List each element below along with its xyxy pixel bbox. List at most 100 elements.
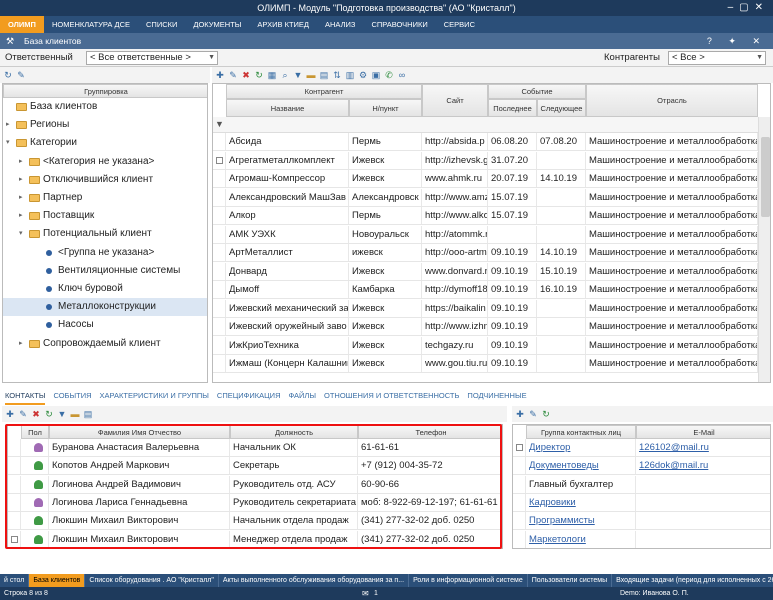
cell-site[interactable]: www.ahmk.ru [422, 170, 488, 187]
row-selector[interactable] [213, 355, 226, 372]
cell-group[interactable]: Директор [526, 439, 636, 456]
tree-item[interactable]: ▾ Потенциальный клиент [3, 225, 152, 243]
phone-icon[interactable]: ✆ [384, 70, 394, 80]
search-icon[interactable]: ⌕ [280, 70, 290, 80]
cell-city[interactable]: Александровск [349, 188, 422, 206]
row-selector[interactable] [213, 299, 226, 317]
tree-item[interactable]: ▸ Сопровождаемый клиент [3, 335, 161, 353]
cell-phone[interactable]: 61-61-61 [358, 439, 502, 456]
cell-city[interactable]: Пермь [349, 133, 422, 150]
collapse-icon[interactable]: ▾ [19, 225, 27, 243]
columns-icon[interactable]: ▥ [345, 70, 355, 80]
row-selector[interactable] [213, 188, 226, 206]
cell-city[interactable]: Ижевск [349, 336, 422, 354]
table-row[interactable]: Люкшин Михаил Викторович Начальник отдела… [8, 512, 502, 531]
cell-name[interactable]: Донвард [226, 262, 349, 280]
cell-post[interactable]: Начальник отдела продаж [230, 512, 358, 530]
cell-city[interactable]: Пермь [349, 207, 422, 224]
taskbar-item-6[interactable]: Входящие задачи (период для исполненных … [612, 574, 773, 587]
tab-0[interactable]: КОНТАКТЫ [5, 389, 46, 405]
cell-fio[interactable]: Копотов Андрей Маркович [49, 457, 230, 475]
refresh-icon[interactable]: ↻ [541, 409, 551, 419]
tree-item[interactable]: ▸ Регионы [3, 116, 69, 134]
grid-icon[interactable]: ▤ [319, 70, 329, 80]
row-selector[interactable] [213, 281, 226, 298]
cell-site[interactable]: www.donvard.r [422, 262, 488, 280]
cell-city[interactable]: Ижевск [349, 170, 422, 187]
row-selector[interactable] [213, 318, 226, 335]
counterparts-select[interactable]: < Все > ▼ [668, 51, 766, 65]
table-row[interactable]: Ижевский оружейный заво Ижевск http://www.… [213, 318, 758, 336]
cell-last[interactable]: 09.10.19 [488, 244, 537, 261]
col-site-header[interactable]: Сайт [422, 84, 488, 117]
row-selector[interactable] [213, 225, 226, 243]
col-group-header[interactable]: Группа контактных лиц [526, 425, 636, 439]
cell-city[interactable]: Ижевск [349, 318, 422, 335]
row-selector[interactable] [213, 170, 226, 187]
cell-site[interactable]: http://absida.p [422, 133, 488, 150]
expand-icon[interactable]: ▸ [19, 189, 27, 207]
row-selector[interactable] [513, 475, 526, 493]
row-selector[interactable] [213, 244, 226, 261]
cell-last[interactable]: 31.07.20 [488, 151, 537, 169]
cell-last[interactable]: 15.07.19 [488, 207, 537, 224]
table-row[interactable]: Донвард Ижевск www.donvard.r 09.10.19 15.10.… [213, 262, 758, 281]
cell-next[interactable]: 14.10.19 [537, 170, 586, 187]
row-selector[interactable] [213, 151, 226, 169]
col-phone-header[interactable]: Телефон [358, 425, 502, 439]
edit-icon[interactable]: ✎ [18, 409, 28, 419]
document-controls[interactable]: ? ✦ ✕ [707, 33, 767, 49]
row-selector[interactable] [513, 493, 526, 511]
cell-city[interactable]: Ижевск [349, 151, 422, 169]
row-selector[interactable] [513, 512, 526, 530]
cell-name[interactable]: Агрегатметаллкомплект [226, 151, 349, 169]
cell-industry[interactable]: Машиностроение и металлообработка [586, 262, 758, 280]
menu-item-0[interactable]: ОЛИМП [0, 16, 44, 33]
tree-item[interactable]: ▾ Категории [3, 134, 77, 152]
row-selector[interactable] [513, 457, 526, 475]
tree-item[interactable]: Ключ буровой [3, 280, 123, 298]
cell-group[interactable]: Маркетологи [526, 530, 636, 548]
cell-phone[interactable]: 60-90-66 [358, 476, 502, 493]
table-row[interactable]: Буранова Анастасия Валерьевна Начальник О… [8, 439, 502, 457]
cell-next[interactable] [537, 336, 586, 354]
refresh-icon[interactable]: ↻ [44, 409, 54, 419]
cell-last[interactable] [488, 225, 537, 243]
cell-next[interactable] [537, 299, 586, 317]
window-buttons[interactable]: –▢✕ [728, 0, 769, 16]
cell-last[interactable]: 20.07.19 [488, 170, 537, 187]
table-row[interactable]: Логинова Андрей Вадимович Руководитель от… [8, 475, 502, 494]
col-name-header[interactable]: Название [226, 99, 349, 117]
table-row[interactable]: Копотов Андрей Маркович Секретарь +7 (912)… [8, 457, 502, 476]
tree-item[interactable]: <Группа не указана> [3, 244, 154, 262]
tab-5[interactable]: ОТНОШЕНИЯ И ОТВЕТСТВЕННОСТЬ [324, 389, 459, 405]
cell-industry[interactable]: Машиностроение и металлообработка [586, 244, 758, 261]
cell-phone[interactable]: моб: 8-922-69-12-197; 61-61-61 [358, 494, 502, 511]
filter-icon[interactable]: ▼ [293, 70, 303, 80]
cell-phone[interactable]: (341) 277-32-02 доб. 0250 [358, 512, 502, 529]
tree-item[interactable]: Насосы [3, 316, 94, 334]
table-row[interactable]: Александровский МашЗав Александровск http:… [213, 188, 758, 207]
table-row[interactable]: Программисты [513, 512, 770, 531]
cell-phone[interactable]: (341) 277-32-02 доб. 0250 [358, 531, 502, 548]
cell-city[interactable]: Ижевск [349, 355, 422, 372]
cell-last[interactable]: 15.07.19 [488, 188, 537, 206]
cell-name[interactable]: Ижевский механический за [226, 299, 349, 317]
cell-name[interactable]: ИжКриоТехника [226, 336, 349, 354]
expand-icon[interactable]: ▸ [6, 116, 14, 134]
expand-icon[interactable]: ▸ [19, 171, 27, 189]
table-row[interactable]: Маркетологи [513, 530, 770, 548]
taskbar-item-0[interactable]: й стол [0, 574, 30, 587]
cell-next[interactable]: 14.10.19 [537, 244, 586, 261]
scrollbar-thumb[interactable] [761, 137, 770, 217]
table-row[interactable]: Логинова Лариса Геннадьевна Руководитель … [8, 493, 502, 512]
tree-item[interactable]: База клиентов [3, 98, 97, 116]
cell-email[interactable] [636, 476, 770, 493]
table-row[interactable]: Абсида Пермь http://absida.p 06.08.20 07.08.… [213, 133, 758, 151]
row-selector[interactable] [213, 336, 226, 354]
table-row[interactable]: ИжКриоТехника Ижевск techgazy.ru 09.10.19 Ма… [213, 336, 758, 355]
row-checkbox[interactable] [216, 156, 223, 164]
cell-site[interactable]: www.gou.tiu.ru [422, 355, 488, 372]
cell-site[interactable]: http://dymoff18 [422, 281, 488, 298]
cell-industry[interactable]: Машиностроение и металлообработка [586, 281, 758, 298]
